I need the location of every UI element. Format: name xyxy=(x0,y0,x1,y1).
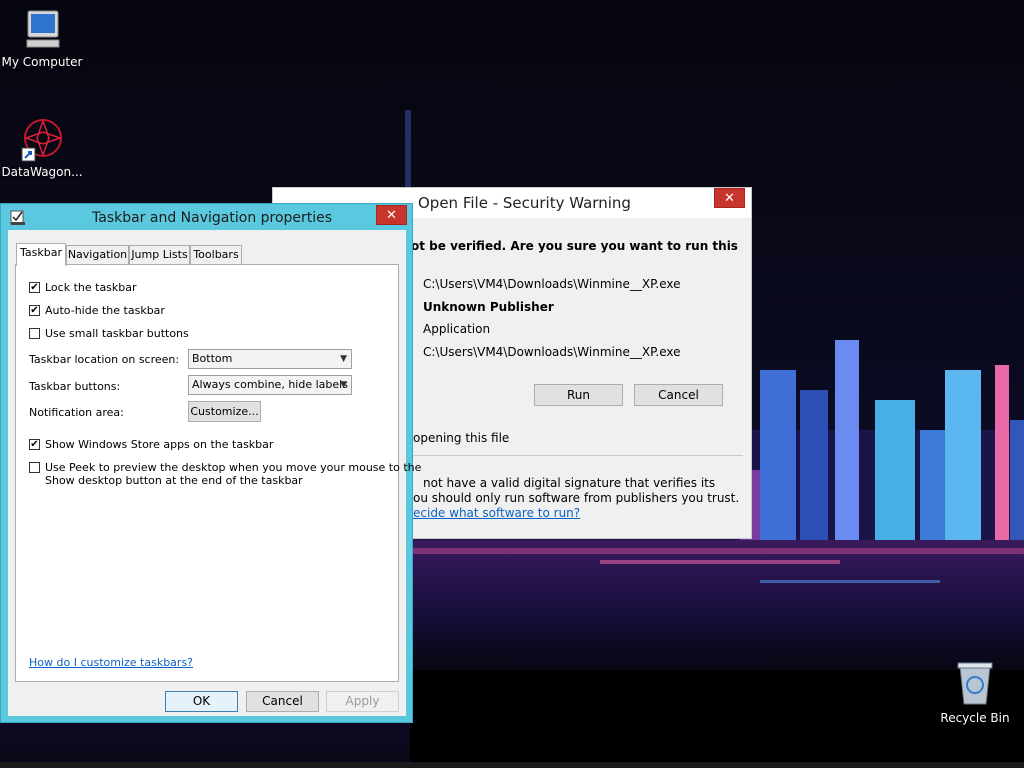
publisher-value: Unknown Publisher xyxy=(423,300,554,314)
decide-software-link[interactable]: ecide what software to run? xyxy=(413,506,580,520)
taskbar-cancel-button[interactable]: Cancel xyxy=(246,691,319,712)
security-dialog-close-button[interactable]: ✕ xyxy=(714,188,745,208)
taskbar-dialog-title: Taskbar and Navigation properties xyxy=(92,210,333,226)
checkbox-label-line2: Show desktop button at the end of the ta… xyxy=(45,474,303,487)
desktop-icon-label: Recycle Bin xyxy=(940,711,1010,725)
taskbar-dialog-close-button[interactable]: ✕ xyxy=(376,205,407,225)
taskbar-dialog-titlebar[interactable]: Taskbar and Navigation properties ✕ xyxy=(1,204,412,230)
divider xyxy=(413,455,743,456)
file-from-value: C:\Users\VM4\Downloads\Winmine__XP.exe xyxy=(423,345,681,359)
tab-jump-lists[interactable]: Jump Lists xyxy=(129,245,190,264)
checkbox-box[interactable]: ✔ xyxy=(29,282,40,293)
tab-taskbar[interactable]: Taskbar xyxy=(16,243,66,266)
taskbar-buttons-select-value: Always combine, hide labels xyxy=(192,378,348,391)
location-select-value: Bottom xyxy=(192,352,233,365)
file-name-value: C:\Users\VM4\Downloads\Winmine__XP.exe xyxy=(423,277,681,291)
tab-navigation[interactable]: Navigation xyxy=(66,245,129,264)
datawagon-shortcut-icon xyxy=(21,118,63,162)
taskbar-buttons-label: Taskbar buttons: xyxy=(29,380,121,393)
desktop-icon-datawagon[interactable]: DataWagon... xyxy=(0,118,84,179)
checkbox-box[interactable] xyxy=(29,462,40,473)
checkbox-box[interactable]: ✔ xyxy=(29,439,40,450)
checkbox-box[interactable] xyxy=(29,328,40,339)
warning-text-line1: not have a valid digital signature that … xyxy=(423,476,716,490)
taskbar-tab-panel: ✔ Lock the taskbar ✔ Auto-hide the taskb… xyxy=(15,264,421,682)
chevron-down-icon: ▼ xyxy=(340,380,347,390)
location-select[interactable]: Bottom ▼ xyxy=(188,349,352,369)
checkbox-label: Use small taskbar buttons xyxy=(45,327,189,340)
security-dialog-title: Open File - Security Warning xyxy=(418,194,631,212)
taskbar-dialog-client: Taskbar Navigation Jump Lists Toolbars ✔… xyxy=(8,230,421,716)
checkbox-label: Auto-hide the taskbar xyxy=(45,304,165,317)
taskbar-properties-dialog: Taskbar and Navigation properties ✕ Task… xyxy=(0,203,421,723)
location-label: Taskbar location on screen: xyxy=(29,353,180,366)
desktop-icon-label: My Computer xyxy=(1,55,83,69)
file-type-value: Application xyxy=(423,322,491,336)
customize-taskbars-help-link[interactable]: How do I customize taskbars? xyxy=(29,656,193,669)
checkbox-label: Lock the taskbar xyxy=(45,281,137,294)
notification-area-label: Notification area: xyxy=(29,406,124,419)
checkbox-box[interactable]: ✔ xyxy=(29,305,40,316)
computer-icon xyxy=(26,10,60,48)
always-ask-checkbox-label[interactable]: opening this file xyxy=(413,431,509,445)
ok-button[interactable]: OK xyxy=(165,691,238,712)
recycle-bin-icon xyxy=(957,662,993,705)
checkbox-label: Show Windows Store apps on the taskbar xyxy=(45,438,274,451)
security-cancel-button[interactable]: Cancel xyxy=(634,384,723,406)
apply-button[interactable]: Apply xyxy=(326,691,399,712)
desktop-icon-label: DataWagon... xyxy=(1,165,83,179)
customize-button[interactable]: Customize... xyxy=(188,401,261,422)
run-button[interactable]: Run xyxy=(534,384,623,406)
warning-text-line2: ou should only run software from publish… xyxy=(413,491,740,505)
tab-toolbars[interactable]: Toolbars xyxy=(190,245,242,264)
taskbar-buttons-select[interactable]: Always combine, hide labels ▼ xyxy=(188,375,352,395)
desktop-icon-my-computer[interactable]: My Computer xyxy=(0,8,84,69)
checkbox-label-line1: Use Peek to preview the desktop when you… xyxy=(45,461,422,474)
chevron-down-icon: ▼ xyxy=(340,354,347,364)
security-question-text: ot be verified. Are you sure you want to… xyxy=(411,239,738,253)
taskbar-properties-icon xyxy=(10,210,25,225)
desktop-icon-recycle-bin[interactable]: Recycle Bin xyxy=(933,660,1017,725)
